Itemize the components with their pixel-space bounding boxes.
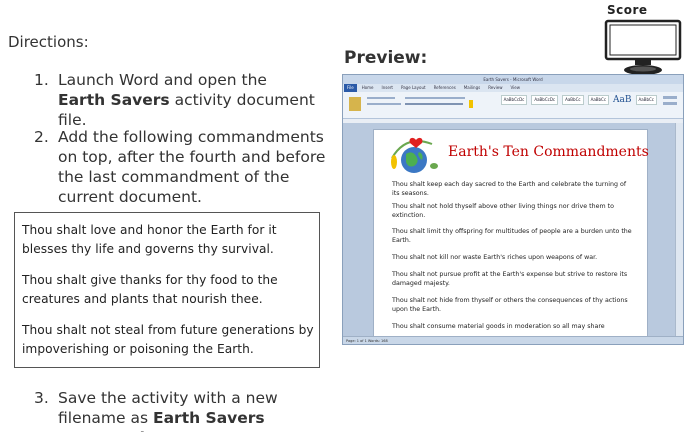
document-line: Thou shalt consume material goods in mod… <box>392 323 605 330</box>
commandment: Thou shalt not steal from future generat… <box>22 323 314 356</box>
step-text: Add the following commandments on top, a… <box>58 128 326 206</box>
style-sample: AaBbCc <box>587 95 610 105</box>
earth-logo-icon <box>391 137 438 173</box>
document-pane: Earth's Ten Commandments Thou shalt keep… <box>343 123 683 339</box>
commandment: Thou shalt give thanks for thy food to t… <box>22 273 278 306</box>
style-sample: AaBbCc <box>635 95 657 105</box>
font-controls <box>367 103 401 105</box>
ribbon-tabs: File Home Insert Page Layout References … <box>343 84 683 92</box>
paste-icon <box>349 97 361 111</box>
step-3: 3. Save the activity with a new filename… <box>34 388 328 432</box>
tab-home: Home <box>361 85 374 90</box>
styles-gallery: AaBbCcDc AaBbCcDc AaBbCc AaBbCc AaB AaBb… <box>500 95 657 105</box>
step-text: Launch Word and open the <box>58 71 267 89</box>
document-line: Thou shalt not pursue profit at the Eart… <box>392 271 628 287</box>
font-controls <box>367 97 395 99</box>
tab-view: View <box>510 85 520 90</box>
preview-title: Preview: <box>344 48 428 68</box>
document-heading: Earth's Ten Commandments <box>448 144 649 160</box>
vertical-scrollbar <box>675 123 683 338</box>
step-2: 2. Add the following commandments on top… <box>34 127 328 207</box>
tab-review: Review <box>488 85 503 90</box>
editing-controls <box>663 96 677 99</box>
step-filename: Earth Savers <box>58 91 170 109</box>
tab-insert: Insert <box>381 85 393 90</box>
style-sample: AaBbCcDc <box>531 95 559 105</box>
document-line: Thou shalt keep each day sacred to the E… <box>392 181 627 197</box>
style-sample: AaBbCcDc <box>500 95 528 105</box>
window-title: Earth Savers - Microsoft Word <box>343 75 683 84</box>
paragraph-controls <box>405 97 465 99</box>
tab-page-layout: Page Layout <box>401 85 426 90</box>
step-number: 2. <box>34 128 49 146</box>
tab-references: References <box>433 85 456 90</box>
tab-mailings: Mailings <box>463 85 481 90</box>
paragraph-controls <box>405 103 463 105</box>
editing-controls <box>663 102 677 105</box>
step-1: 1. Launch Word and open the Earth Savers… <box>34 70 318 130</box>
tab-file: File <box>344 84 357 92</box>
document-line: Thou shalt not hide from thyself or othe… <box>392 297 628 313</box>
word-window-preview: Earth Savers - Microsoft Word File Home … <box>342 74 684 345</box>
style-sample: AaB <box>613 95 632 105</box>
status-bar: Page: 1 of 1 Words: 168 <box>343 336 683 344</box>
step-number: 3. <box>34 389 49 407</box>
document-page: Earth's Ten Commandments Thou shalt keep… <box>373 129 649 339</box>
document-line: Thou shalt not kill nor waste Earth's ri… <box>392 254 598 261</box>
commandments-box: Thou shalt love and honor the Earth for … <box>14 212 320 368</box>
document-line: Thou shalt limit thy offspring for multi… <box>392 228 632 244</box>
step-number: 1. <box>34 71 49 89</box>
commandment: Thou shalt love and honor the Earth for … <box>22 223 277 256</box>
monitor-icon <box>604 19 682 75</box>
highlight-icon <box>469 100 473 108</box>
score-label: Score <box>607 3 648 17</box>
ribbon: AaBbCcDc AaBbCcDc AaBbCc AaBbCc AaB AaBb… <box>343 92 683 119</box>
document-line: Thou shalt not hold thyself above other … <box>392 203 614 219</box>
style-sample: AaBbCc <box>562 95 584 105</box>
directions-title: Directions: <box>8 33 89 51</box>
